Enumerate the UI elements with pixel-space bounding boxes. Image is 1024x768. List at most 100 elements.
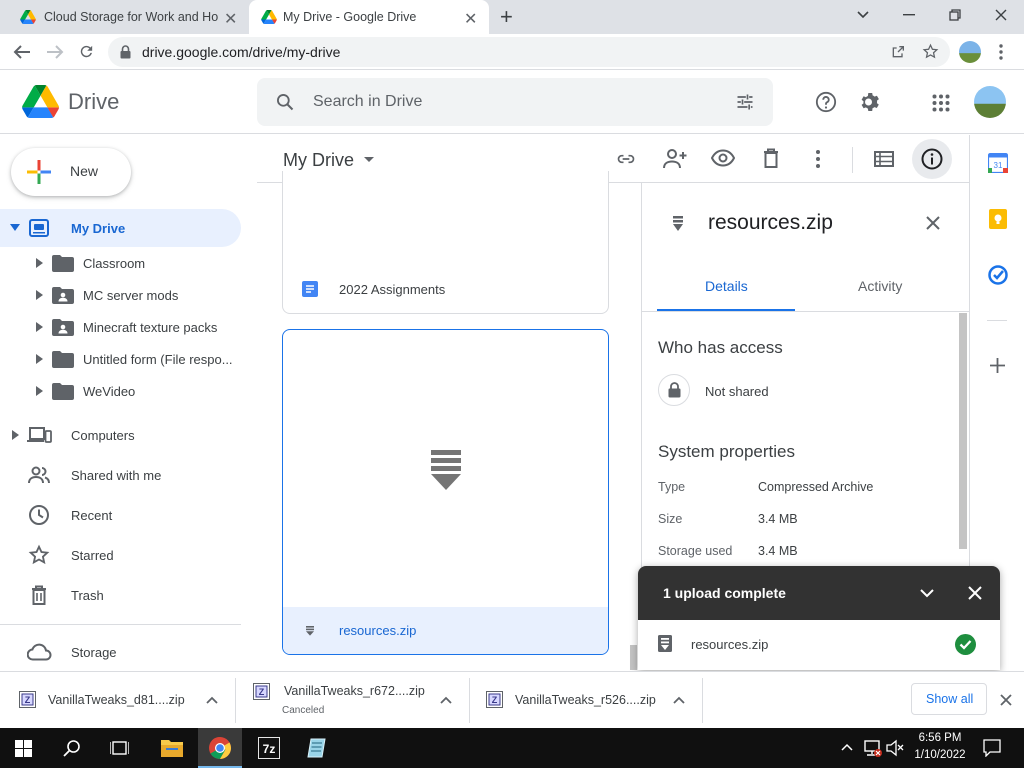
my-drive-title-button[interactable]: My Drive [283,147,374,173]
close-icon[interactable] [926,216,940,230]
sidebar-folder-mc-server-mods[interactable]: MC server mods [0,279,241,311]
keep-icon[interactable] [989,209,1007,229]
reload-icon[interactable] [78,43,95,60]
calendar-icon[interactable]: 31 [988,153,1008,173]
tab-details[interactable]: Details [657,263,795,312]
tab-title: My Drive - Google Drive [283,10,417,24]
chevron-up-icon[interactable] [440,696,452,704]
upload-panel-header: 1 upload complete [638,566,1000,620]
search-options-icon[interactable] [735,92,755,112]
close-window-button[interactable] [978,0,1024,30]
preview-eye-icon[interactable] [711,149,735,167]
help-icon[interactable] [815,91,837,113]
settings-gear-icon[interactable] [858,90,882,114]
expand-arrow-icon[interactable] [36,354,43,364]
rail-divider [987,320,1007,321]
close-downloads-icon[interactable] [1000,694,1012,706]
more-actions-icon[interactable] [816,150,820,168]
add-app-plus-icon[interactable] [990,358,1005,373]
volume-muted-icon[interactable] [886,739,904,757]
account-avatar[interactable] [974,86,1006,118]
close-tab-icon[interactable]: ✕ [224,9,237,29]
notifications-icon[interactable] [983,739,1001,757]
close-tab-icon[interactable]: ✕ [464,9,477,29]
lock-icon[interactable] [120,45,131,59]
search-box[interactable]: Search in Drive [257,78,773,126]
trash-icon[interactable] [763,148,779,168]
expand-arrow-icon[interactable] [36,258,43,268]
view-details-button[interactable] [912,139,952,179]
sidebar-folder-classroom[interactable]: Classroom [0,247,241,279]
add-person-icon[interactable] [663,148,687,170]
file-explorer-taskbar-button[interactable] [156,728,196,768]
file-card-resources-zip[interactable]: resources.zip [282,329,609,655]
search-icon[interactable] [275,92,295,112]
drive-product-name[interactable]: Drive [68,89,119,115]
check-circle-icon [955,634,976,655]
bookmark-star-icon[interactable] [922,43,939,60]
close-icon[interactable] [968,586,982,600]
back-icon[interactable] [13,44,31,60]
sidebar-item-recent[interactable]: Recent [0,497,241,533]
expand-arrow-icon[interactable] [12,430,19,440]
chrome-taskbar-button[interactable] [198,728,242,768]
download-item-2[interactable]: Z VanillaTweaks_r672....zip Canceled [236,672,468,729]
details-scrollbar-thumb[interactable] [959,313,967,549]
sidebar-item-shared-with-me[interactable]: Shared with me [0,457,241,493]
download-item-3[interactable]: Z VanillaTweaks_r526....zip [470,672,702,729]
expand-arrow-icon[interactable] [36,322,43,332]
link-icon[interactable] [615,149,637,169]
notepad-taskbar-button[interactable] [296,728,336,768]
taskbar-time[interactable]: 6:56 PM [918,732,962,744]
share-icon[interactable] [890,44,906,60]
new-button[interactable]: New [11,148,131,196]
sidebar-item-label: Computers [71,427,135,443]
taskbar-search-icon[interactable] [63,739,81,757]
tab-search-icon[interactable] [840,0,886,30]
chevron-up-icon[interactable] [673,696,685,704]
sidebar-item-trash[interactable]: Trash [0,577,241,613]
search-input[interactable]: Search in Drive [313,93,422,111]
7zip-taskbar-button[interactable]: 7z [248,728,288,768]
collapse-chevron-icon[interactable] [920,589,934,598]
url-bar[interactable]: drive.google.com/drive/my-drive [108,37,950,67]
network-disconnected-icon[interactable] [862,739,882,757]
sidebar-folder-untitled-form[interactable]: Untitled form (File respo... [0,343,241,375]
show-all-button[interactable]: Show all [911,683,987,715]
windows-start-icon[interactable] [15,740,32,757]
file-card-2022-assignments[interactable]: 2022 Assignments [282,171,609,314]
new-tab-icon[interactable]: + [500,4,513,30]
expand-arrow-icon[interactable] [36,386,43,396]
sidebar-item-my-drive[interactable]: My Drive [0,209,241,247]
drive-logo-icon[interactable] [22,85,59,118]
expand-arrow-icon[interactable] [10,224,20,232]
tab-cloud-storage[interactable]: Cloud Storage for Work and Hon ✕ [8,0,248,34]
sidebar-folder-wevideo[interactable]: WeVideo [0,375,241,407]
plus-icon [27,160,51,184]
download-item-1[interactable]: Z VanillaTweaks_d81....zip [0,672,234,729]
windows-taskbar: 7z 6:56 PM 1/10/2022 [0,728,1024,768]
apps-grid-icon[interactable] [932,94,950,112]
chevron-up-icon[interactable] [206,696,218,704]
tasks-icon[interactable] [988,265,1008,285]
profile-avatar[interactable] [959,41,981,63]
sidebar-item-starred[interactable]: Starred [0,537,241,573]
scrollbar-thumb[interactable] [630,645,637,670]
taskbar-date[interactable]: 1/10/2022 [912,749,968,761]
tab-my-drive[interactable]: My Drive - Google Drive ✕ [249,0,489,34]
show-hidden-icons-chevron-icon[interactable] [841,743,853,751]
expand-arrow-icon[interactable] [36,290,43,300]
list-view-icon[interactable] [874,151,894,167]
tab-title: Cloud Storage for Work and Hon [44,10,219,24]
forward-icon[interactable] [46,44,64,60]
minimize-button[interactable] [886,0,932,30]
tab-activity[interactable]: Activity [812,263,950,312]
task-view-icon[interactable] [110,739,129,757]
sidebar-item-storage[interactable]: Storage [0,634,241,670]
kebab-menu-icon[interactable] [999,44,1003,60]
upload-item-row[interactable]: resources.zip [638,620,1000,670]
sidebar-item-computers[interactable]: Computers [0,417,241,453]
sidebar-folder-minecraft-texture-packs[interactable]: Minecraft texture packs [0,311,241,343]
restore-button[interactable] [932,0,978,30]
folder-icon [161,740,183,757]
